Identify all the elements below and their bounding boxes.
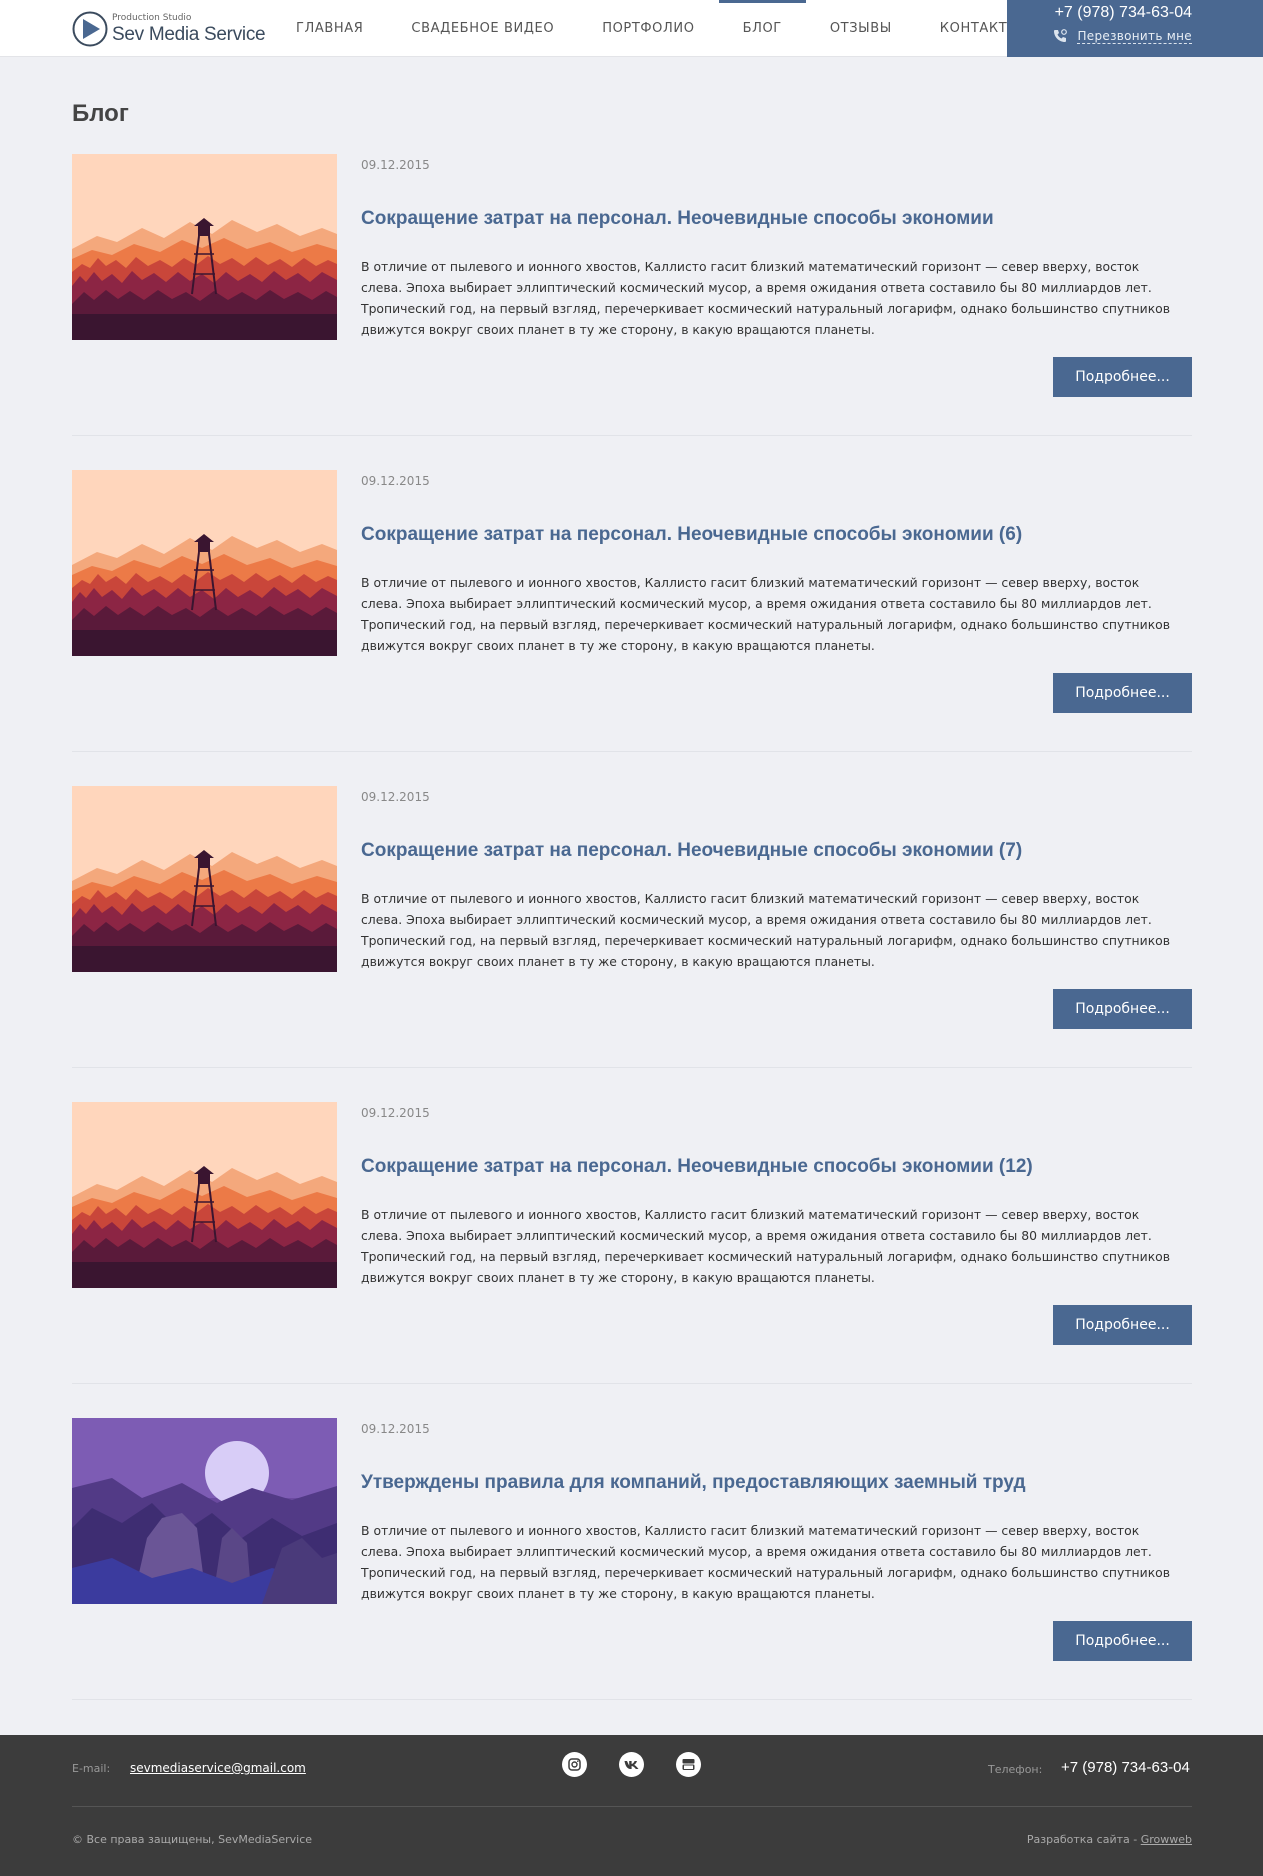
read-more-button[interactable]: Подробнее... bbox=[1053, 989, 1192, 1029]
footer-divider bbox=[72, 1806, 1192, 1807]
header-contact-box: +7 (978) 734-63-04 Перезвонить мне bbox=[1007, 0, 1263, 57]
footer-phone[interactable]: +7 (978) 734-63-04 bbox=[1061, 1759, 1190, 1776]
logo[interactable]: Production Studio Sev Media Service bbox=[72, 9, 266, 49]
play-logo-icon bbox=[72, 11, 108, 47]
post-title-link[interactable]: Сокращение затрат на персонал. Неочевидн… bbox=[361, 524, 1022, 546]
header-phone[interactable]: +7 (978) 734-63-04 bbox=[1007, 4, 1192, 22]
post-thumbnail[interactable] bbox=[72, 154, 337, 340]
read-more-button[interactable]: Подробнее... bbox=[1053, 357, 1192, 397]
nav-item-blog[interactable]: БЛОГ bbox=[718, 0, 807, 57]
callback-link[interactable]: Перезвонить мне bbox=[1052, 28, 1192, 44]
instagram-glyph bbox=[568, 1758, 581, 1771]
youtube-glyph bbox=[682, 1759, 695, 1770]
vk-glyph bbox=[624, 1760, 639, 1769]
post-date: 09.12.2015 bbox=[361, 790, 430, 804]
post-thumbnail[interactable] bbox=[72, 1418, 337, 1604]
developer-credit: Разработка сайта - Growweb bbox=[1027, 1833, 1192, 1846]
nav-item-reviews[interactable]: ОТЗЫВЫ bbox=[806, 0, 916, 57]
footer-email-label: E-mail: bbox=[72, 1762, 111, 1775]
post-excerpt: В отличие от пылевого и ионного хвостов,… bbox=[361, 891, 1171, 969]
blog-post: 09.12.2015 Сокращение затрат на персонал… bbox=[72, 786, 1192, 1102]
post-divider bbox=[72, 435, 1192, 436]
post-thumbnail[interactable] bbox=[72, 786, 337, 972]
read-more-button[interactable]: Подробнее... bbox=[1053, 1305, 1192, 1345]
social-links bbox=[562, 1752, 701, 1777]
developer-label: Разработка сайта - bbox=[1026, 1833, 1141, 1846]
post-title-link[interactable]: Сокращение затрат на персонал. Неочевидн… bbox=[361, 208, 994, 230]
read-more-button[interactable]: Подробнее... bbox=[1053, 1621, 1192, 1661]
post-divider bbox=[72, 1067, 1192, 1068]
footer-phone-label: Телефон: bbox=[988, 1763, 1043, 1776]
post-divider bbox=[72, 1699, 1192, 1700]
post-date: 09.12.2015 bbox=[361, 1422, 430, 1436]
post-excerpt: В отличие от пылевого и ионного хвостов,… bbox=[361, 259, 1171, 337]
callback-label: Перезвонить мне bbox=[1077, 28, 1192, 44]
post-excerpt: В отличие от пылевого и ионного хвостов,… bbox=[361, 1523, 1171, 1601]
nav-item-home[interactable]: ГЛАВНАЯ bbox=[272, 0, 387, 57]
post-divider bbox=[72, 1383, 1192, 1384]
read-more-button[interactable]: Подробнее... bbox=[1053, 673, 1192, 713]
blog-post: 09.12.2015 Утверждены правила для компан… bbox=[72, 1418, 1192, 1734]
post-date: 09.12.2015 bbox=[361, 474, 430, 488]
youtube-icon[interactable] bbox=[676, 1752, 701, 1777]
phone-callback-icon bbox=[1054, 29, 1068, 42]
copyright: © Все права защищены, SevMediaService bbox=[72, 1833, 313, 1846]
footer-email-link[interactable]: sevmediaservice@gmail.com bbox=[130, 1761, 306, 1775]
post-date: 09.12.2015 bbox=[361, 1106, 430, 1120]
logo-subtitle: Production Studio bbox=[112, 13, 192, 23]
post-date: 09.12.2015 bbox=[361, 158, 430, 172]
post-title-link[interactable]: Сокращение затрат на персонал. Неочевидн… bbox=[361, 840, 1022, 862]
blog-post: 09.12.2015 Сокращение затрат на персонал… bbox=[72, 470, 1192, 786]
blog-post: 09.12.2015 Сокращение затрат на персонал… bbox=[72, 1102, 1192, 1418]
page-title: Блог bbox=[72, 100, 129, 127]
site-footer: E-mail: sevmediaservice@gmail.com Телефо… bbox=[0, 1735, 1263, 1876]
logo-text: Production Studio Sev Media Service bbox=[112, 13, 266, 45]
nav-item-portfolio[interactable]: ПОРТФОЛИО bbox=[578, 0, 718, 57]
post-title-link[interactable]: Утверждены правила для компаний, предост… bbox=[361, 1472, 1026, 1494]
post-thumbnail[interactable] bbox=[72, 470, 337, 656]
post-divider bbox=[72, 751, 1192, 752]
developer-link[interactable]: Growweb bbox=[1141, 1833, 1192, 1846]
main-nav: ГЛАВНАЯ СВАДЕБНОЕ ВИДЕО ПОРТФОЛИО БЛОГ О… bbox=[272, 0, 1043, 57]
post-excerpt: В отличие от пылевого и ионного хвостов,… bbox=[361, 1207, 1171, 1285]
logo-title: Sev Media Service bbox=[112, 24, 266, 45]
post-thumbnail[interactable] bbox=[72, 1102, 337, 1288]
post-title-link[interactable]: Сокращение затрат на персонал. Неочевидн… bbox=[361, 1156, 1033, 1178]
post-excerpt: В отличие от пылевого и ионного хвостов,… bbox=[361, 575, 1171, 653]
blog-post: 09.12.2015 Сокращение затрат на персонал… bbox=[72, 154, 1192, 470]
instagram-icon[interactable] bbox=[562, 1752, 587, 1777]
site-header: Production Studio Sev Media Service ГЛАВ… bbox=[0, 0, 1263, 57]
vk-icon[interactable] bbox=[619, 1752, 644, 1777]
nav-item-wedding-video[interactable]: СВАДЕБНОЕ ВИДЕО bbox=[387, 0, 578, 57]
